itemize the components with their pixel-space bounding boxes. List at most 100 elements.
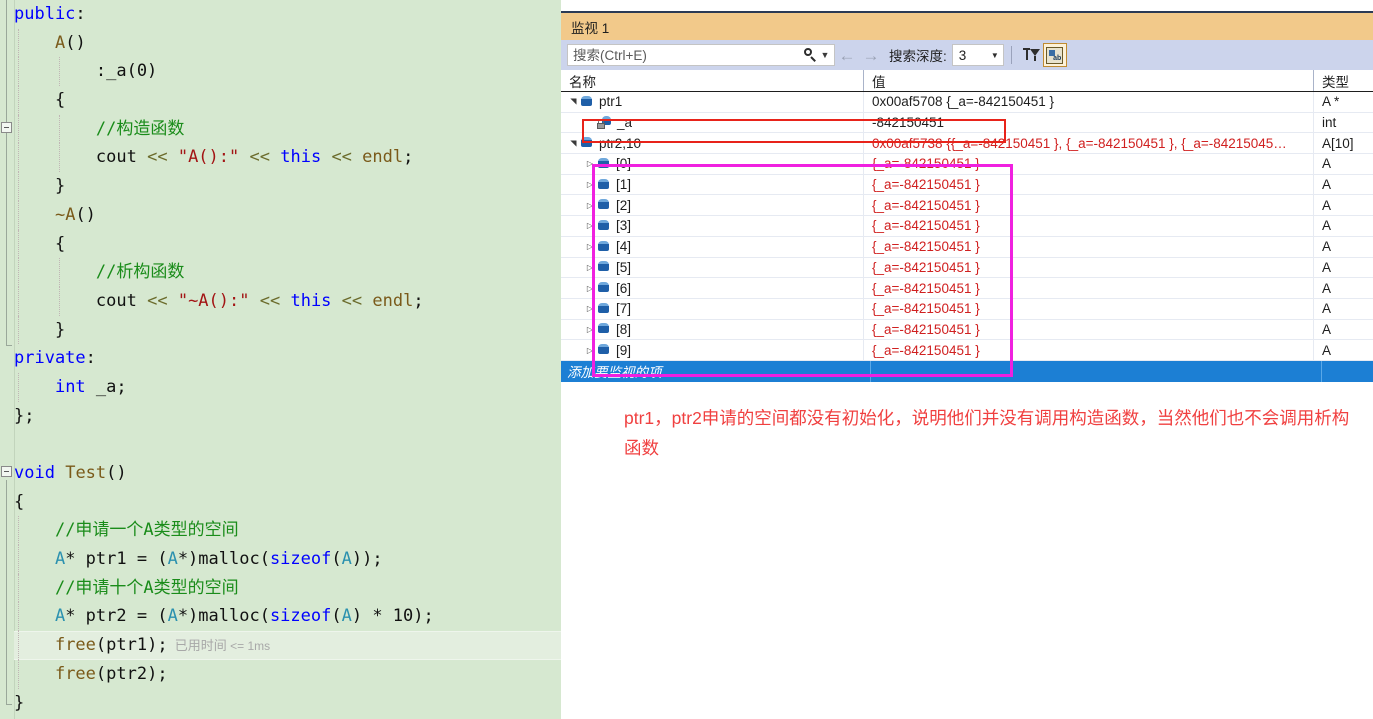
code-line[interactable]: public:: [14, 0, 561, 29]
add-watch-item-row[interactable]: 添加要监视的项: [561, 360, 1373, 382]
watch-row-value[interactable]: {_a=-842150451 }: [864, 216, 1314, 236]
code-line[interactable]: //申请一个A类型的空间: [14, 516, 561, 546]
watch-row-name-cell[interactable]: _a: [561, 112, 864, 133]
code-line[interactable]: free(ptr1); 已用时间 <= 1ms: [14, 631, 561, 660]
code-line[interactable]: }: [14, 315, 561, 345]
table-row[interactable]: ▷ [3] {_a=-842150451 } A: [561, 216, 1373, 237]
code-line[interactable]: //析构函数: [14, 258, 561, 287]
expand-collapse-triangle-down-icon[interactable]: ◢: [569, 95, 578, 109]
table-row[interactable]: ▷ [8] {_a=-842150451 } A: [561, 319, 1373, 341]
watch-row-name-cell[interactable]: ▷ [6]: [561, 278, 864, 298]
code-line[interactable]: A* ptr2 = (A*)malloc(sizeof(A) * 10);: [14, 602, 561, 632]
code-line[interactable]: ~A(): [14, 200, 561, 230]
code-line[interactable]: [14, 430, 561, 459]
add-watch-item-value-cell[interactable]: [871, 360, 1322, 382]
table-row[interactable]: ▷ [7] {_a=-842150451 } A: [561, 298, 1373, 320]
expand-collapse-triangle-right-icon[interactable]: ▷: [583, 346, 597, 355]
indent-guide: [18, 200, 20, 230]
code-line[interactable]: //构造函数: [14, 114, 561, 144]
table-row[interactable]: ▷ [4] {_a=-842150451 } A: [561, 236, 1373, 258]
outline-margin[interactable]: [0, 0, 15, 719]
expand-collapse-triangle-right-icon[interactable]: ▷: [583, 242, 597, 251]
search-depth-select[interactable]: 3 ▼: [951, 44, 1004, 66]
watch-row-value[interactable]: {_a=-842150451 }: [864, 278, 1314, 298]
filter-pin-button[interactable]: [1019, 43, 1043, 67]
code-line[interactable]: A* ptr1 = (A*)malloc(sizeof(A));: [14, 545, 561, 574]
code-line[interactable]: void Test(): [14, 459, 561, 488]
watch-row-name-cell[interactable]: ▷ [2]: [561, 195, 864, 216]
search-box[interactable]: ▼: [567, 44, 835, 66]
watch-row-name-cell[interactable]: ◢ ptr1: [561, 92, 864, 112]
expand-collapse-triangle-right-icon[interactable]: ▷: [583, 263, 597, 272]
table-row[interactable]: ▷ [0] {_a=-842150451 } A: [561, 154, 1373, 175]
table-row[interactable]: ▷ [1] {_a=-842150451 } A: [561, 174, 1373, 196]
watch-row-value[interactable]: {_a=-842150451 }: [864, 319, 1314, 340]
watch-row-value[interactable]: {_a=-842150451 }: [864, 298, 1314, 319]
code-line[interactable]: private:: [14, 344, 561, 373]
table-row[interactable]: ▷ [9] {_a=-842150451 } A: [561, 340, 1373, 361]
expand-collapse-triangle-right-icon[interactable]: ▷: [583, 284, 597, 293]
expand-collapse-triangle-right-icon[interactable]: ▷: [583, 201, 597, 210]
code-editor[interactable]: public: A() :_a(0) { //构造函数 cout << "A()…: [0, 0, 561, 719]
watch-row-name-cell[interactable]: ▷ [1]: [561, 174, 864, 195]
code-line[interactable]: {: [14, 229, 561, 259]
table-row[interactable]: ◢ ptr1 0x00af5708 {_a=-842150451 } A *: [561, 92, 1373, 113]
code-line[interactable]: :_a(0): [14, 57, 561, 87]
code-line[interactable]: A(): [14, 28, 561, 58]
table-row[interactable]: _a -842150451 int: [561, 112, 1373, 134]
code-line[interactable]: }: [14, 172, 561, 201]
code-text[interactable]: public: A() :_a(0) { //构造函数 cout << "A()…: [14, 0, 561, 717]
code-line[interactable]: }: [14, 689, 561, 718]
code-line[interactable]: cout << "~A():" << this << endl;: [14, 286, 561, 316]
watch-row-value[interactable]: {_a=-842150451 }: [864, 236, 1314, 257]
expand-collapse-triangle-right-icon[interactable]: ▷: [583, 159, 597, 168]
watch-row-value[interactable]: 0x00af5708 {_a=-842150451 }: [864, 92, 1314, 112]
arrow-right-icon: →: [862, 45, 880, 65]
outline-collapse-toggle-class[interactable]: [1, 122, 12, 133]
code-line[interactable]: {: [14, 86, 561, 115]
expand-collapse-triangle-right-icon[interactable]: ▷: [583, 180, 597, 189]
watch-row-value[interactable]: -842150451: [864, 112, 1314, 133]
expand-collapse-triangle-right-icon[interactable]: ▷: [583, 221, 597, 230]
expand-collapse-triangle-right-icon[interactable]: ▷: [583, 325, 597, 334]
column-header-value[interactable]: 值: [864, 70, 1314, 91]
column-header-type[interactable]: 类型: [1314, 70, 1373, 91]
code-token: :: [75, 4, 86, 24]
watch-row-name-cell[interactable]: ▷ [3]: [561, 216, 864, 236]
code-line[interactable]: free(ptr2);: [14, 659, 561, 689]
watch-row-value[interactable]: {_a=-842150451 }: [864, 154, 1314, 174]
hex-display-button[interactable]: ab: [1042, 43, 1067, 67]
expand-collapse-triangle-right-icon[interactable]: ▷: [583, 304, 597, 313]
watch-row-name-cell[interactable]: ▷ [9]: [561, 340, 864, 360]
watch-row-value[interactable]: {_a=-842150451 }: [864, 340, 1314, 360]
watch-row-name-cell[interactable]: ◢ ptr2,10: [561, 133, 864, 154]
code-line[interactable]: {: [14, 488, 561, 517]
watch-row-name-cell[interactable]: ▷ [8]: [561, 319, 864, 340]
watch-row-name-cell[interactable]: ▷ [4]: [561, 236, 864, 257]
watch-row-value[interactable]: {_a=-842150451 }: [864, 195, 1314, 216]
outline-collapse-toggle-function[interactable]: [1, 466, 12, 477]
search-back-button[interactable]: ←: [835, 44, 859, 66]
watch-row-name-cell[interactable]: ▷ [5]: [561, 257, 864, 278]
table-row[interactable]: ▷ [2] {_a=-842150451 } A: [561, 195, 1373, 217]
search-options-chevron-down-icon[interactable]: ▼: [820, 50, 830, 60]
search-input[interactable]: [568, 44, 802, 66]
expand-collapse-triangle-down-icon[interactable]: ◢: [569, 136, 578, 150]
code-line[interactable]: };: [14, 402, 561, 431]
column-header-name[interactable]: 名称: [561, 70, 864, 91]
table-row[interactable]: ◢ ptr2,10 0x00af5738 {{_a=-842150451 }, {_…: [561, 133, 1373, 155]
watch-row-value[interactable]: {_a=-842150451 }: [864, 174, 1314, 195]
table-row[interactable]: ▷ [6] {_a=-842150451 } A: [561, 278, 1373, 299]
code-line[interactable]: int _a;: [14, 372, 561, 402]
code-line[interactable]: cout << "A():" << this << endl;: [14, 143, 561, 173]
code-line[interactable]: //申请十个A类型的空间: [14, 573, 561, 603]
watch-row-value[interactable]: {_a=-842150451 }: [864, 257, 1314, 278]
table-row[interactable]: ▷ [5] {_a=-842150451 } A: [561, 257, 1373, 279]
watch-row-name-cell[interactable]: ▷ [0]: [561, 154, 864, 174]
watch-row-name-cell[interactable]: ▷ [7]: [561, 298, 864, 319]
search-forward-button[interactable]: →: [859, 44, 883, 66]
watch-row-value[interactable]: 0x00af5738 {{_a=-842150451 }, {_a=-84215…: [864, 133, 1314, 154]
